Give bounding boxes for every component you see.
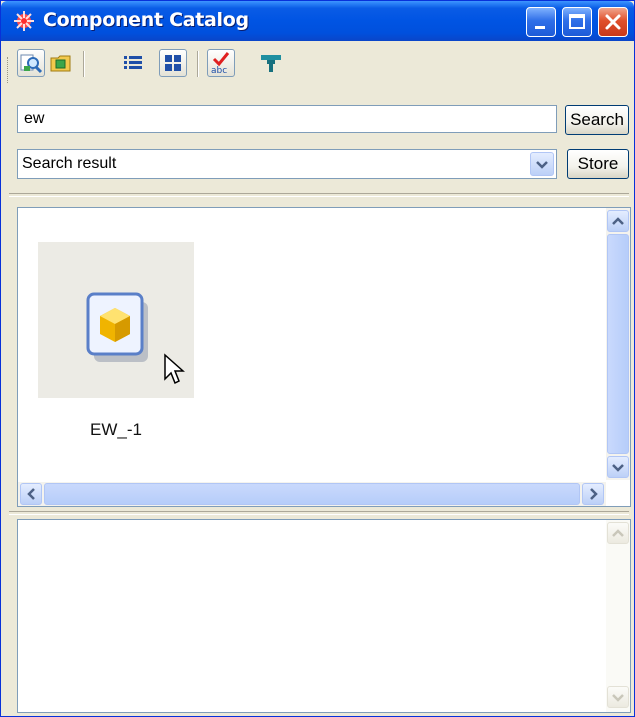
details-vertical-scrollbar xyxy=(606,520,630,712)
toolbar-separator xyxy=(83,51,85,77)
horizontal-scroll-thumb[interactable] xyxy=(44,483,580,505)
mouse-pointer-icon xyxy=(163,353,189,392)
spell-check-icon: abc xyxy=(208,52,234,80)
find-icon xyxy=(18,54,44,80)
scroll-right-button[interactable] xyxy=(582,483,604,505)
scroll-left-button[interactable] xyxy=(20,483,42,505)
icon-view-button[interactable] xyxy=(159,49,187,77)
list-view-button[interactable] xyxy=(119,49,147,77)
horizontal-scrollbar[interactable] xyxy=(18,482,606,506)
dropdown-arrow-button[interactable] xyxy=(530,152,554,176)
icon-view-icon xyxy=(160,55,186,80)
maximize-button[interactable] xyxy=(562,7,592,37)
details-scroll-down-button xyxy=(607,686,629,708)
scroll-up-button[interactable] xyxy=(607,210,629,232)
search-button[interactable]: Search xyxy=(565,105,629,135)
folder-icon xyxy=(48,55,74,80)
store-button[interactable]: Store xyxy=(567,149,629,179)
toolbar-grip[interactable] xyxy=(7,57,12,83)
result-selector-value: Search result xyxy=(22,155,117,172)
result-item-label: EW_-1 xyxy=(90,420,142,439)
divider xyxy=(9,511,629,515)
app-icon xyxy=(13,11,35,31)
results-pane[interactable]: EW_-1 xyxy=(17,207,631,507)
search-input[interactable] xyxy=(17,105,557,133)
scroll-down-button[interactable] xyxy=(607,456,629,478)
details-pane xyxy=(17,519,631,713)
filter-button[interactable] xyxy=(257,49,285,77)
close-button[interactable] xyxy=(598,7,628,37)
result-selector-dropdown[interactable]: Search result xyxy=(17,149,557,179)
filter-icon xyxy=(258,55,284,80)
details-scroll-up-button xyxy=(607,522,629,544)
component-part-icon xyxy=(82,286,158,371)
component-catalog-window: Component Catalog abc ew Search Search r… xyxy=(0,0,635,717)
divider xyxy=(9,193,629,197)
window-title: Component Catalog xyxy=(43,9,249,31)
minimize-button[interactable] xyxy=(526,7,556,37)
vertical-scrollbar[interactable] xyxy=(606,208,630,480)
title-bar[interactable]: Component Catalog xyxy=(1,1,634,41)
toolbar xyxy=(1,41,634,99)
folder-button[interactable] xyxy=(47,49,75,77)
find-button[interactable] xyxy=(17,49,45,77)
vertical-scroll-thumb[interactable] xyxy=(607,234,629,454)
svg-text:abc: abc xyxy=(211,66,227,76)
spell-check-button[interactable]: abc xyxy=(207,49,235,77)
list-view-icon xyxy=(120,56,146,80)
toolbar-separator xyxy=(197,51,199,77)
